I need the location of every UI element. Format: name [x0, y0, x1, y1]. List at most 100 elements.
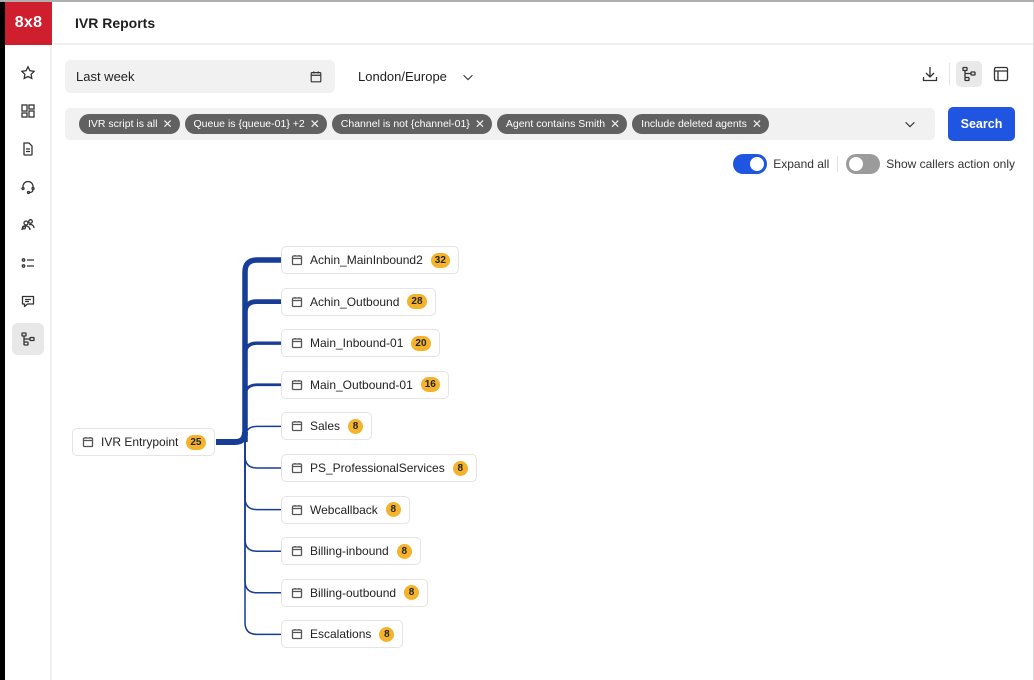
tree-connector-root [216, 431, 248, 445]
tree-connector [244, 438, 281, 636]
count-badge: 8 [385, 502, 401, 518]
count-badge: 8 [404, 585, 420, 601]
download-button[interactable] [917, 61, 943, 87]
tree-view-button[interactable] [956, 61, 982, 87]
sidebar-item-dashboards[interactable] [12, 95, 44, 127]
count-badge: 8 [452, 460, 468, 476]
toolbar-divider [949, 63, 950, 85]
toggle-knob [750, 157, 765, 171]
tree-connector [244, 438, 281, 594]
search-button[interactable]: Search [948, 107, 1015, 141]
flow-icon [20, 332, 35, 346]
filter-chip[interactable]: Queue is {queue-01} +2 ✕ [184, 114, 327, 134]
tree-node-child[interactable]: Webcallback 8 [281, 495, 410, 524]
tree-connector [244, 438, 281, 552]
tree-connector [244, 438, 281, 511]
filter-chip-label: IVR script is all [88, 118, 158, 130]
node-label: Achin_MainInbound2 [310, 253, 423, 267]
tree-connector [242, 257, 281, 442]
callers-only-toggle[interactable] [846, 154, 881, 174]
node-label: IVR Entrypoint [101, 435, 179, 449]
view-toggles: Expand all Show callers action only [733, 154, 1015, 174]
dashboard-icon [20, 104, 35, 118]
list-icon [21, 258, 34, 268]
headset-icon [20, 180, 35, 195]
calendar-icon [291, 296, 303, 307]
sidebar-item-reports[interactable] [12, 133, 44, 165]
timezone-select[interactable]: London/Europe [358, 60, 475, 93]
tree-node-child[interactable]: Achin_MainInbound2 32 [281, 246, 459, 274]
sidebar-item-lists[interactable] [12, 247, 44, 279]
count-badge: 32 [430, 252, 450, 268]
node-label: Achin_Outbound [310, 294, 400, 309]
panel-view-button[interactable] [988, 61, 1014, 87]
node-label: Main_Inbound-01 [310, 336, 404, 351]
timezone-value: London/Europe [358, 69, 447, 84]
sidebar: 8x8 [5, 0, 52, 680]
count-badge: 20 [411, 335, 431, 351]
calendar-icon [291, 546, 303, 557]
page-header: IVR Reports [54, 2, 1033, 45]
filter-chip[interactable]: IVR script is all ✕ [79, 114, 180, 134]
node-label: Main_Outbound-01 [310, 377, 413, 392]
node-label: Sales [310, 419, 341, 434]
calendar-icon [291, 379, 303, 390]
download-icon [922, 67, 938, 82]
node-label: Billing-inbound [310, 544, 389, 559]
sidebar-item-ivr[interactable] [11, 323, 44, 355]
tree-node-child[interactable]: Billing-inbound 8 [281, 537, 421, 566]
close-icon[interactable]: ✕ [752, 118, 762, 130]
expand-all-label: Expand all [773, 157, 830, 171]
count-badge: 25 [186, 434, 206, 450]
filter-chip-label: Channel is not {channel-01} [340, 118, 470, 130]
sidebar-item-groups[interactable] [12, 209, 44, 241]
calendar-icon [291, 255, 303, 266]
app-logo[interactable]: 8x8 [5, 0, 52, 45]
flow-icon [962, 66, 976, 82]
tree-node-child[interactable]: PS_ProfessionalServices 8 [281, 454, 477, 482]
tree-connector [243, 383, 281, 442]
tree-connectors [216, 257, 281, 636]
expand-all-toggle[interactable] [733, 154, 768, 174]
filter-chip-label: Include deleted agents [641, 118, 747, 130]
tree-node-child[interactable]: Main_Outbound-01 16 [281, 370, 449, 399]
chat-icon [21, 295, 34, 308]
sidebar-nav [5, 45, 50, 359]
node-label: Escalations [310, 627, 372, 642]
tree-connector [242, 299, 281, 442]
tree-node-child[interactable]: Achin_Outbound 28 [281, 287, 436, 316]
filter-chip[interactable]: Agent contains Smith ✕ [496, 114, 628, 134]
count-badge: 16 [420, 377, 440, 393]
tree-node-child[interactable]: Billing-outbound 8 [281, 578, 429, 607]
tree-node-child[interactable]: Sales 8 [281, 412, 373, 441]
date-range-picker[interactable]: Last week [65, 60, 335, 93]
count-badge: 8 [396, 543, 412, 559]
chevron-down-icon [905, 121, 915, 128]
star-icon [20, 65, 35, 80]
tree-connector [243, 341, 281, 442]
date-range-value: Last week [76, 69, 135, 84]
filter-expand-button[interactable] [903, 117, 917, 136]
chevron-down-icon [463, 74, 473, 80]
sidebar-item-agents[interactable] [12, 171, 44, 203]
sidebar-item-messages[interactable] [12, 285, 44, 317]
tree-node-child[interactable]: Escalations 8 [281, 620, 404, 649]
filter-bar[interactable]: IVR script is all ✕ Queue is {queue-01} … [65, 108, 935, 140]
users-icon [20, 219, 35, 231]
close-icon[interactable]: ✕ [610, 118, 620, 130]
close-icon[interactable]: ✕ [475, 118, 485, 130]
filter-chip[interactable]: Channel is not {channel-01} ✕ [331, 114, 492, 134]
tree-node-root[interactable]: IVR Entrypoint 25 [72, 428, 215, 456]
close-icon[interactable]: ✕ [310, 118, 320, 130]
calendar-icon [291, 587, 303, 598]
node-label: PS_ProfessionalServices [310, 461, 445, 475]
close-icon[interactable]: ✕ [162, 118, 172, 130]
filter-chip[interactable]: Include deleted agents ✕ [632, 114, 769, 134]
page-title: IVR Reports [75, 14, 156, 31]
callers-only-label: Show callers action only [886, 157, 1015, 171]
tree-node-child[interactable]: Main_Inbound-01 20 [281, 329, 440, 358]
panel-icon [993, 66, 1009, 82]
node-label: Billing-outbound [310, 585, 397, 600]
sidebar-item-favorites[interactable] [12, 57, 44, 89]
tree-connector [244, 425, 281, 442]
